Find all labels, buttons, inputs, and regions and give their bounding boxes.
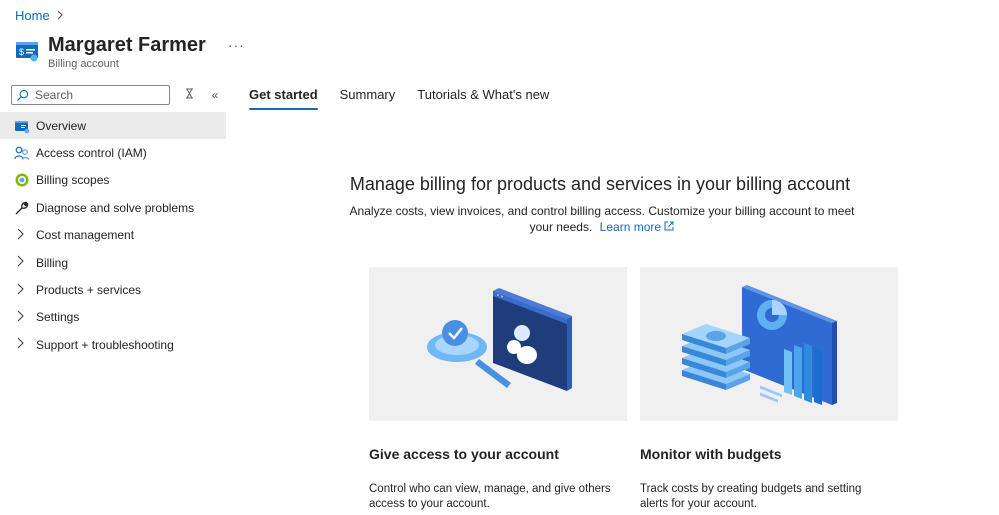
sidebar-nav: Overview Access control (IAM) Billing sc… [0,112,226,359]
search-box[interactable] [11,85,170,105]
wrench-icon [14,200,30,216]
collapse-sidebar-button[interactable]: « [208,88,222,102]
sidebar-item-cost-management[interactable]: Cost management [0,222,226,249]
breadcrumb: Home [15,8,64,23]
sidebar-item-label: Settings [36,310,80,325]
sidebar-item-label: Billing scopes [36,173,110,188]
card-title: Monitor with budgets [640,446,782,462]
clear-search-button[interactable] [182,88,196,102]
chevron-right-icon [56,9,64,23]
hero-description: Analyze costs, view invoices, and contro… [346,203,858,235]
access-illustration [369,267,627,421]
tab-tutorials[interactable]: Tutorials & What's new [417,87,549,108]
sidebar-item-label: Overview [36,118,87,133]
card-monitor-budgets[interactable]: Monitor with budgets Track costs by crea… [640,267,898,512]
tab-bar: Get started Summary Tutorials & What's n… [249,87,549,110]
breadcrumb-home-link[interactable]: Home [15,8,50,23]
page-subtitle: Billing account [48,58,119,70]
sidebar-item-label: Support + troubleshooting [36,337,174,352]
sidebar-item-settings[interactable]: Settings [0,304,226,331]
sidebar-item-label: Billing [36,255,69,270]
tab-summary[interactable]: Summary [340,87,396,108]
sidebar-item-label: Diagnose and solve problems [36,200,195,215]
tab-get-started[interactable]: Get started [249,87,318,110]
card-give-access[interactable]: Give access to your account Control who … [369,267,627,512]
sidebar: « Overview Access control (IAM) Billing … [0,84,226,359]
sidebar-item-diagnose[interactable]: Diagnose and solve problems [0,194,226,221]
card-description: Control who can view, manage, and give o… [369,483,611,510]
scope-icon [14,172,30,188]
chevron-right-icon [16,310,30,325]
sidebar-item-billing-scopes[interactable]: Billing scopes [0,167,226,194]
sidebar-item-overview[interactable]: Overview [0,112,226,140]
clear-filter-icon [185,88,193,99]
sidebar-item-label: Products + services [36,283,142,298]
sidebar-search-row: « [0,84,226,106]
sidebar-item-label: Access control (IAM) [36,146,147,161]
chevron-right-icon [16,337,30,352]
learn-more-link[interactable]: Learn more [600,220,675,234]
chevron-right-icon [16,228,30,243]
chevron-right-icon [16,283,30,298]
sidebar-item-label: Cost management [36,228,135,243]
search-input[interactable] [33,87,167,103]
chevron-right-icon [16,255,30,270]
sidebar-item-support[interactable]: Support + troubleshooting [0,331,226,358]
sidebar-item-access-control[interactable]: Access control (IAM) [0,139,226,166]
hero-title: Manage billing for products and services… [349,174,851,194]
billing-account-icon: $ [16,42,38,62]
people-icon [14,145,30,161]
budgets-illustration [640,267,898,421]
card-title: Give access to your account [369,446,559,462]
sidebar-item-products-services[interactable]: Products + services [0,276,226,303]
card-description: Track costs by creating budgets and sett… [640,483,862,510]
more-options-button[interactable]: ··· [228,37,245,53]
page-title: Margaret Farmer [48,34,206,56]
sidebar-item-billing[interactable]: Billing [0,249,226,276]
search-icon [16,89,29,101]
svg-text:$: $ [19,47,24,57]
billing-account-icon [14,118,30,134]
page-header: $ Margaret Farmer ··· Billing account [15,33,245,70]
external-link-icon [664,221,674,231]
